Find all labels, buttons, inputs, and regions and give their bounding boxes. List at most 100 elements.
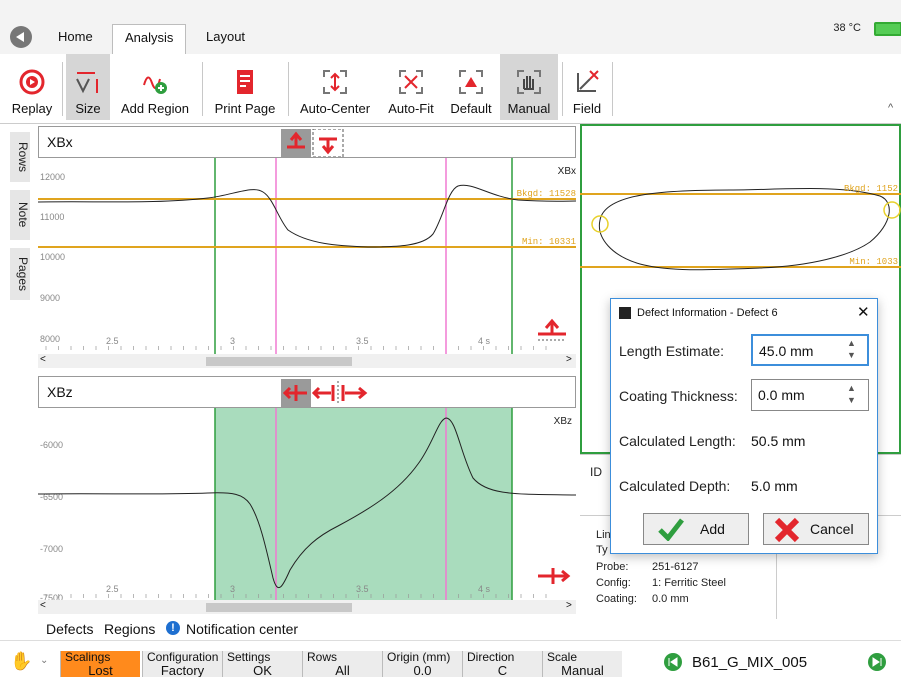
- defect-information-dialog: Defect Information - Defect 6 ✕ Length E…: [610, 298, 878, 554]
- id-label: ID: [590, 465, 602, 479]
- auto-center-icon: [323, 70, 347, 94]
- side-tab-rows[interactable]: Rows: [10, 132, 30, 182]
- print-page-icon: [237, 70, 253, 94]
- xbz-chart[interactable]: -6000-6500-7000-75002.5 3 3.5 4 s XBz: [38, 408, 576, 600]
- add-button[interactable]: Add: [643, 513, 749, 545]
- scroll-right-icon[interactable]: >: [566, 600, 572, 611]
- hand-lock-icon[interactable]: ✋: [10, 651, 32, 672]
- coating-thickness-label: Coating Thickness:: [619, 388, 738, 404]
- back-icon[interactable]: [10, 26, 32, 48]
- xbx-x-tick-label: 4 s: [478, 336, 491, 346]
- coating-label: Coating:: [596, 593, 637, 605]
- tab-home[interactable]: Home: [46, 24, 105, 54]
- xbz-scrollbar[interactable]: < >: [38, 600, 576, 614]
- collapse-ribbon-icon[interactable]: ^: [888, 102, 893, 114]
- side-tab-pages[interactable]: Pages: [10, 248, 30, 300]
- scroll-left-icon[interactable]: <: [40, 354, 46, 365]
- status-scale[interactable]: Scale Manual: [542, 651, 622, 677]
- probe-label: Probe:: [596, 561, 629, 573]
- lissajous-min-label: Min: 1033: [849, 257, 898, 267]
- top-bar: Home Analysis Layout 38 °C: [0, 0, 901, 54]
- auto-fit-icon: [399, 70, 423, 94]
- xbz-gate-toggle[interactable]: [281, 379, 371, 407]
- side-tab-note[interactable]: Note: [10, 190, 30, 240]
- xbz-x-tick-label: 4 s: [478, 584, 491, 594]
- xbz-scroll-thumb[interactable]: [206, 603, 352, 612]
- status-origin[interactable]: Origin (mm) 0.0: [382, 651, 462, 677]
- status-rows[interactable]: Rows All: [302, 651, 382, 677]
- xbx-corner-label: XBx: [558, 166, 576, 177]
- manual-button[interactable]: Manual: [500, 54, 558, 120]
- scroll-left-icon[interactable]: <: [40, 600, 46, 611]
- xbz-y-tick-label: -6000: [40, 440, 63, 450]
- status-bar: ✋ ⌄ Scalings Lost Configuration Factory …: [0, 640, 901, 677]
- coating-thickness-value: 0.0 mm: [758, 387, 805, 403]
- status-direction[interactable]: Direction C: [462, 651, 542, 677]
- calculated-depth-label: Calculated Depth:: [619, 478, 731, 494]
- cancel-button[interactable]: Cancel: [763, 513, 869, 545]
- xbx-chart[interactable]: 12000 11000 10000 9000 8000 2.5 3 3.5 4 s XBx Bk…: [38, 158, 576, 368]
- status-scale-value: Manual: [561, 663, 604, 677]
- previous-file-icon[interactable]: [664, 653, 682, 671]
- field-icon: [577, 70, 599, 92]
- xbx-y-tick-label: 12000: [40, 172, 65, 182]
- field-button[interactable]: Field: [568, 54, 606, 120]
- auto-fit-button[interactable]: Auto-Fit: [380, 54, 442, 120]
- scroll-right-icon[interactable]: >: [566, 354, 572, 365]
- checkmark-icon: [658, 518, 684, 541]
- add-region-label: Add Region: [121, 101, 189, 116]
- gate-toggle[interactable]: [281, 129, 345, 157]
- xbx-x-tick-label: 3.5: [356, 336, 369, 346]
- tab-regions[interactable]: Regions: [104, 621, 155, 637]
- length-stepper-icon[interactable]: ▲ ▼: [847, 337, 856, 361]
- calculated-length-value: 50.5 mm: [751, 433, 806, 449]
- filename: B61_G_MIX_005: [692, 654, 808, 671]
- default-button[interactable]: Default: [444, 54, 498, 120]
- app-icon: [619, 307, 631, 319]
- tab-defects[interactable]: Defects: [46, 621, 93, 637]
- status-scalings[interactable]: Scalings Lost: [60, 651, 140, 677]
- tab-analysis[interactable]: Analysis: [112, 24, 187, 54]
- add-label: Add: [700, 521, 725, 537]
- close-icon[interactable]: ✕: [857, 303, 870, 321]
- xbz-y-tick-label: -7000: [40, 544, 63, 554]
- coating-stepper-icon[interactable]: ▲ ▼: [847, 382, 856, 406]
- add-region-icon: [143, 76, 167, 94]
- xbz-panel-header: XBz: [38, 376, 576, 408]
- xbx-y-tick-label: 11000: [40, 212, 64, 222]
- dialog-title: Defect Information - Defect 6: [637, 307, 778, 319]
- tab-notification-center[interactable]: Notification center: [186, 621, 298, 637]
- config-value: 1: Ferritic Steel: [652, 577, 726, 589]
- status-rows-value: All: [335, 663, 350, 677]
- calculated-depth-value: 5.0 mm: [751, 478, 798, 494]
- bottom-tabs: Defects Regions ! Notification center: [0, 618, 580, 640]
- status-origin-value: 0.0: [413, 663, 432, 677]
- xbz-x-tick-label: 3.5: [356, 584, 369, 594]
- status-configuration[interactable]: Configuration Factory: [142, 651, 222, 677]
- lin-label: Lin: [596, 529, 611, 541]
- auto-center-label: Auto-Center: [299, 101, 371, 116]
- xbx-scroll-thumb[interactable]: [206, 357, 352, 366]
- tab-layout[interactable]: Layout: [194, 24, 257, 54]
- xbx-y-tick-label: 10000: [40, 252, 65, 262]
- ribbon-toolbar: Replay Size Add Region Print Page Auto-C…: [0, 54, 901, 124]
- add-region-button[interactable]: Add Region: [114, 54, 196, 120]
- status-settings[interactable]: Settings OK: [222, 651, 302, 677]
- chevron-down-icon[interactable]: ⌄: [40, 655, 48, 666]
- lissajous-bkgd-label: Bkgd: 1152: [844, 184, 898, 194]
- auto-center-button[interactable]: Auto-Center: [294, 54, 376, 120]
- xbx-y-tick-label: 8000: [40, 334, 60, 344]
- size-button[interactable]: Size: [66, 54, 110, 120]
- probe-value: 251-6127: [652, 561, 699, 573]
- xbz-title: XBz: [47, 384, 73, 400]
- length-estimate-value: 45.0 mm: [759, 343, 814, 359]
- replay-label: Replay: [11, 101, 53, 116]
- status-configuration-value: Factory: [160, 663, 205, 677]
- xbz-y-tick-label: -7500: [40, 593, 63, 600]
- replay-button[interactable]: Replay: [6, 54, 58, 120]
- manual-label: Manual: [507, 101, 551, 116]
- next-file-icon[interactable]: [868, 653, 886, 671]
- xbz-region-highlight[interactable]: [215, 408, 512, 600]
- xbx-scrollbar[interactable]: < >: [38, 354, 576, 368]
- print-page-button[interactable]: Print Page: [208, 54, 282, 120]
